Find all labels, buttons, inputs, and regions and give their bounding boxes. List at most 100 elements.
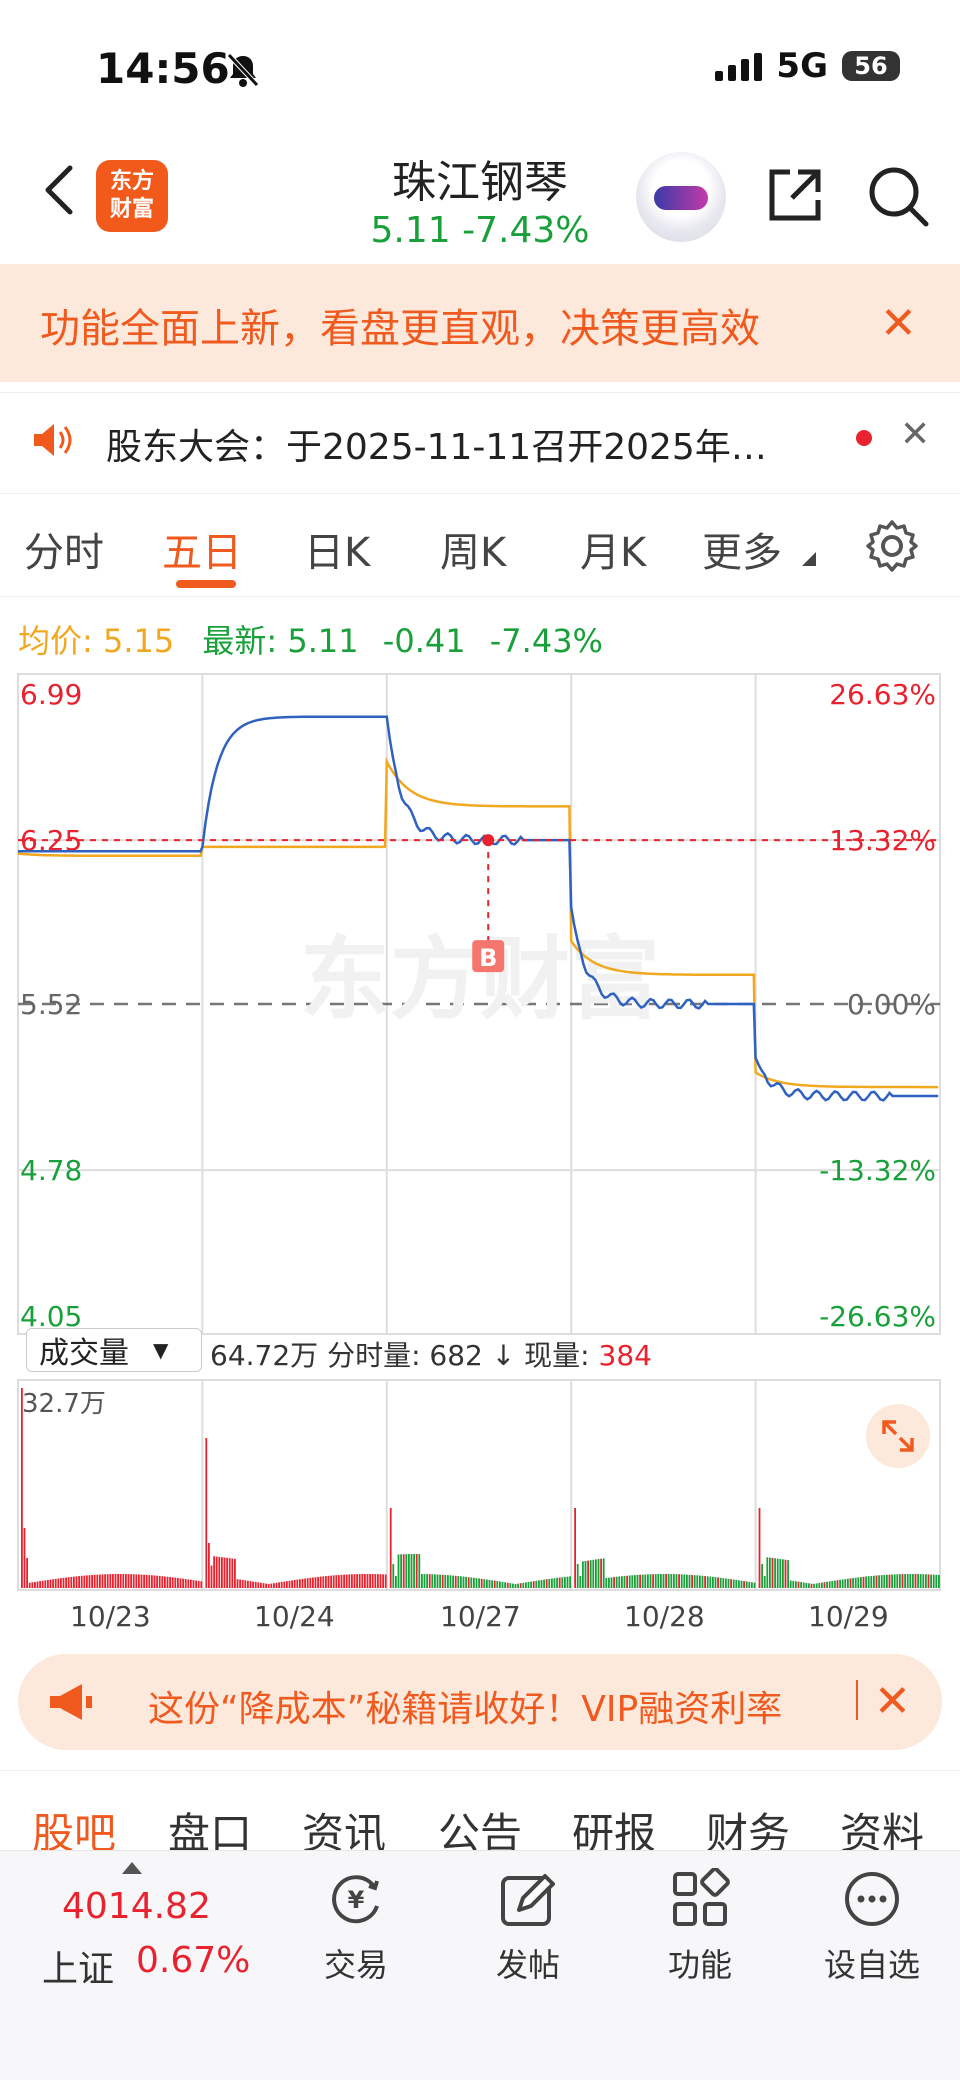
volume-bar [239, 1579, 241, 1588]
promo-close-button[interactable]: ✕ [880, 298, 917, 349]
volume-bar [745, 1581, 748, 1588]
volume-bar [860, 1577, 862, 1588]
ai-assistant-icon[interactable] [636, 152, 726, 242]
volume-bar [844, 1579, 847, 1588]
expand-chart-button[interactable] [866, 1404, 930, 1468]
settings-gear-icon[interactable] [864, 518, 920, 574]
volume-bar [589, 1560, 592, 1588]
nav-trade-label: 交易 [323, 1946, 388, 1984]
volume-bar [86, 1575, 88, 1588]
volume-bar [28, 1582, 31, 1588]
y-tick-label-right: -13.32% [819, 1154, 936, 1187]
share-icon[interactable] [764, 164, 826, 226]
notice-close-button[interactable]: ✕ [900, 414, 930, 455]
volume-bar [374, 1574, 377, 1588]
volume-bar [428, 1574, 431, 1588]
expand-icon [882, 1420, 914, 1452]
nav-functions[interactable]: 功能 [640, 1867, 760, 1986]
volume-bar [345, 1574, 348, 1588]
volume-bar [473, 1577, 475, 1588]
change-value: -0.41 [382, 622, 466, 660]
volume-bar [197, 1580, 200, 1588]
search-icon[interactable] [866, 164, 930, 228]
volume-bar [296, 1579, 299, 1588]
volume-bar [44, 1580, 47, 1588]
volume-bar [852, 1578, 854, 1588]
volume-bar [631, 1575, 634, 1588]
five-day-chart[interactable]: 东方财富 6.996.255.524.784.0526.63%13.32%0.0… [0, 660, 960, 1660]
volume-bar [582, 1561, 584, 1588]
nav-add-watchlist[interactable]: 设自选 [812, 1868, 932, 1986]
index-value[interactable]: 4014.82 [62, 1886, 211, 1927]
volume-bar [26, 1558, 28, 1588]
volume-bar [748, 1581, 751, 1588]
volume-max-label: 32.7万 [22, 1389, 106, 1419]
volume-bar [914, 1574, 917, 1588]
volume-bar [236, 1579, 239, 1588]
volume-bar [215, 1556, 218, 1588]
volume-bar [122, 1574, 125, 1588]
signal-icon [715, 51, 763, 81]
volume-bar [553, 1578, 556, 1588]
tab-five-day[interactable]: 五日 [162, 520, 242, 578]
volume-bar [138, 1574, 140, 1588]
volume-bar [93, 1574, 96, 1588]
volume-selector[interactable]: 成交量 ▼ [26, 1328, 202, 1372]
nav-trade[interactable]: ¥ 交易 [296, 1868, 416, 1986]
volume-bar [190, 1579, 192, 1588]
now-volume-value: 384 [598, 1339, 652, 1372]
volume-bar [158, 1575, 161, 1588]
volume-bar [114, 1574, 117, 1588]
volume-bar [343, 1574, 345, 1588]
volume-bar [896, 1574, 899, 1588]
volume-bar [358, 1574, 361, 1588]
tab-more[interactable]: 更多 [702, 520, 782, 578]
nav-post[interactable]: 发帖 [468, 1868, 588, 1986]
volume-bar [904, 1574, 906, 1588]
volume-bar [610, 1577, 613, 1588]
volume-bar [912, 1574, 914, 1588]
volume-bar [626, 1575, 628, 1588]
volume-bar [608, 1577, 610, 1588]
volume-bar [732, 1579, 735, 1588]
volume-bar [847, 1578, 849, 1588]
tab-intraday[interactable]: 分时 [24, 520, 104, 578]
volume-bar [462, 1576, 465, 1588]
volume-bar [779, 1558, 782, 1588]
volume-bar [558, 1577, 561, 1588]
volume-bar [270, 1583, 273, 1588]
volume-bar [834, 1580, 836, 1588]
tick-arrow: ↓ [491, 1339, 516, 1372]
index-up-arrow-icon [122, 1862, 142, 1874]
volume-bar [153, 1575, 156, 1588]
volume-bar [925, 1574, 927, 1588]
section-divider [0, 1770, 960, 1771]
volume-bar [174, 1577, 177, 1588]
volume-bar [841, 1579, 844, 1588]
tab-monthly-k[interactable]: 月K [580, 520, 646, 578]
volume-bar [179, 1578, 182, 1588]
volume-bar [667, 1574, 670, 1588]
volume-bar [883, 1574, 886, 1588]
tab-daily-k[interactable]: 日K [304, 520, 370, 578]
volume-bar [392, 1564, 395, 1588]
index-name[interactable]: 上证 [42, 1940, 114, 1992]
x-tick-label: 10/23 [70, 1600, 151, 1633]
volume-bar [23, 1528, 26, 1588]
volume-bar [605, 1578, 608, 1588]
volume-bar [899, 1574, 901, 1588]
volume-bar [867, 1576, 870, 1588]
tab-weekly-k[interactable]: 周K [440, 520, 506, 578]
volume-bar [644, 1574, 647, 1588]
volume-bar [556, 1577, 558, 1588]
volume-bar [465, 1576, 467, 1588]
volume-bar [579, 1576, 582, 1588]
ad-close-button[interactable]: ✕ [874, 1676, 911, 1727]
volume-bar [156, 1575, 158, 1588]
volume-bar [369, 1574, 371, 1588]
volume-bar [789, 1580, 792, 1588]
volume-bar [449, 1575, 452, 1588]
index-pct[interactable]: 0.67% [136, 1940, 250, 1981]
volume-bar [600, 1558, 602, 1588]
volume-bar [145, 1574, 148, 1588]
